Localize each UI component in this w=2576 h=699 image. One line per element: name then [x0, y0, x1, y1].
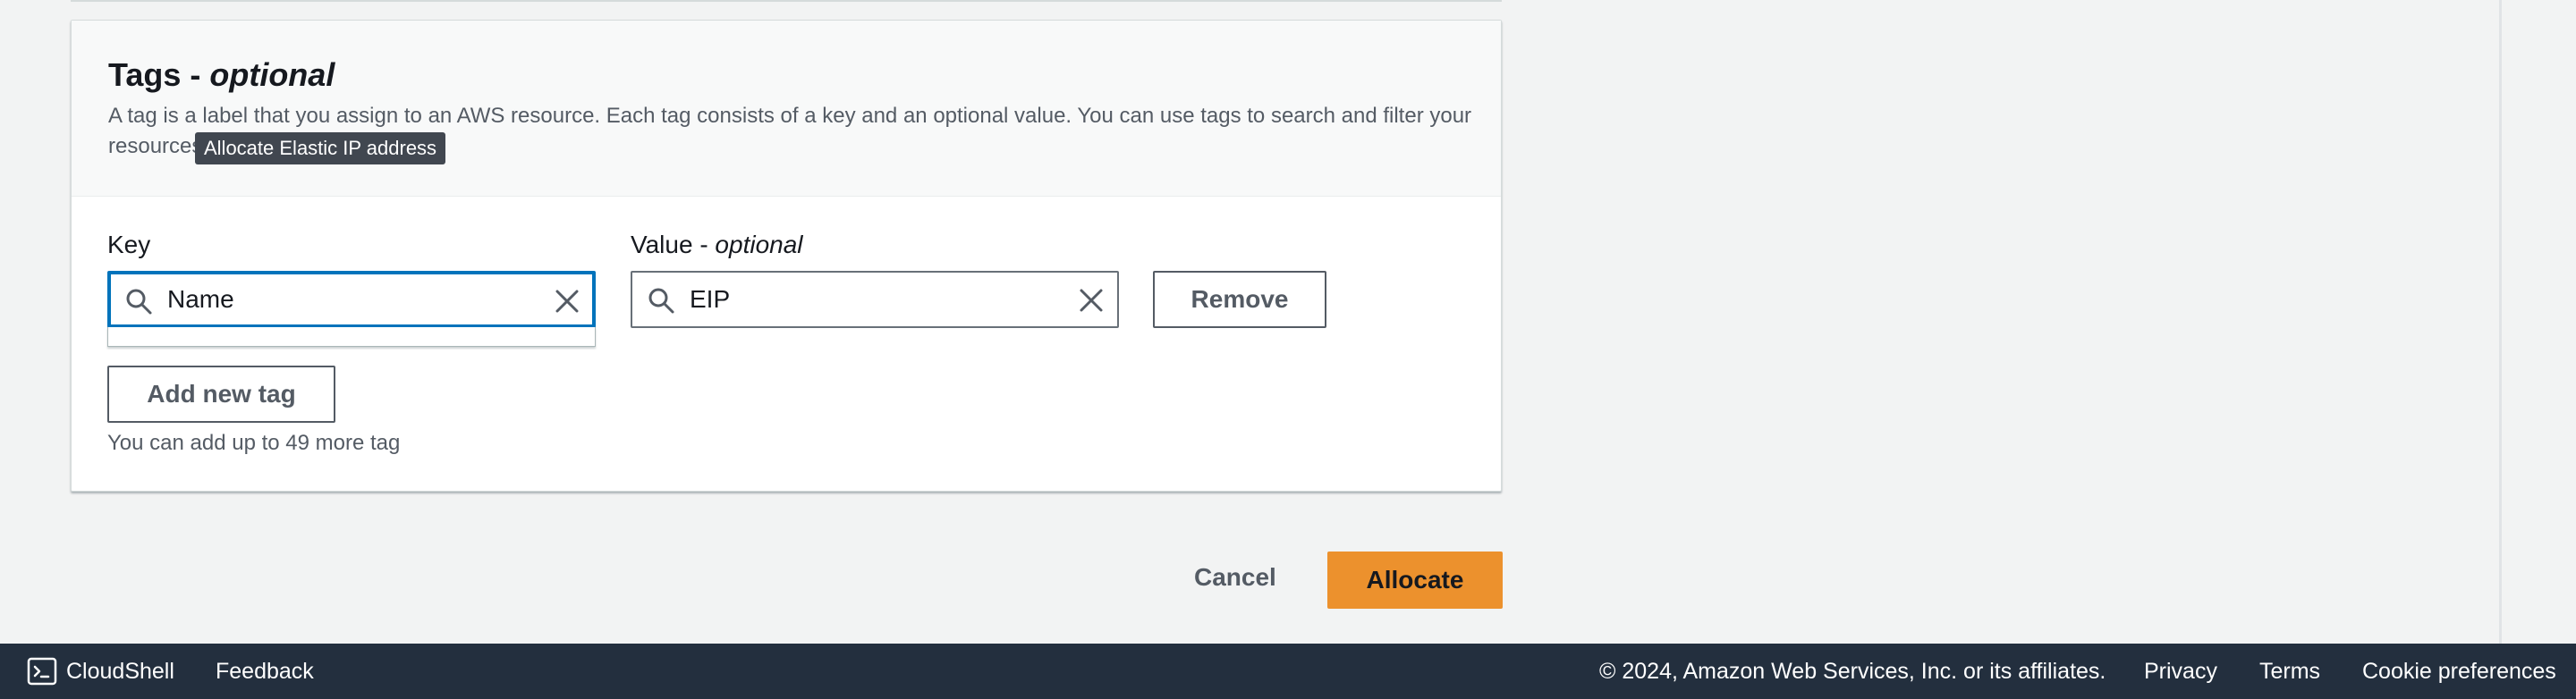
clear-icon[interactable] — [554, 288, 580, 315]
cloudshell-link[interactable]: CloudShell — [66, 659, 174, 685]
search-icon — [648, 288, 674, 314]
console-footer: CloudShell Feedback © 2024, Amazon Web S… — [0, 644, 2576, 699]
remove-tag-button[interactable]: Remove — [1153, 271, 1326, 328]
cookie-preferences-link[interactable]: Cookie preferences — [2362, 659, 2556, 685]
value-label-main: Value - — [631, 231, 716, 258]
tag-value-field[interactable] — [631, 271, 1119, 328]
key-suggestions-dropdown — [107, 327, 596, 347]
tags-title: Tags - optional — [108, 56, 335, 94]
allocate-tooltip: Allocate Elastic IP address — [195, 132, 446, 164]
tags-panel-header: Tags - optional A tag is a label that yo… — [72, 21, 1501, 197]
privacy-link[interactable]: Privacy — [2144, 659, 2217, 685]
tag-key-field[interactable] — [107, 271, 596, 328]
feedback-link[interactable]: Feedback — [216, 659, 314, 685]
side-panel-edge — [2499, 0, 2502, 644]
terms-link[interactable]: Terms — [2259, 659, 2320, 685]
tags-title-main: Tags - — [108, 56, 210, 93]
cloudshell-icon[interactable] — [27, 657, 57, 686]
clear-icon[interactable] — [1078, 287, 1105, 314]
value-label-optional: optional — [715, 231, 803, 258]
tags-title-optional: optional — [209, 56, 335, 93]
value-label: Value - optional — [631, 231, 803, 259]
tag-key-input[interactable] — [167, 274, 507, 325]
section-divider — [71, 0, 1502, 2]
tag-limit-hint: You can add up to 49 more tag — [107, 431, 401, 455]
allocate-button[interactable]: Allocate — [1327, 552, 1503, 609]
add-new-tag-button[interactable]: Add new tag — [107, 366, 335, 423]
search-icon — [126, 289, 152, 315]
key-label: Key — [107, 231, 151, 258]
copyright-text: © 2024, Amazon Web Services, Inc. or its… — [1599, 659, 2106, 684]
cancel-button[interactable]: Cancel — [1194, 563, 1276, 592]
tag-value-input[interactable] — [690, 273, 1030, 326]
